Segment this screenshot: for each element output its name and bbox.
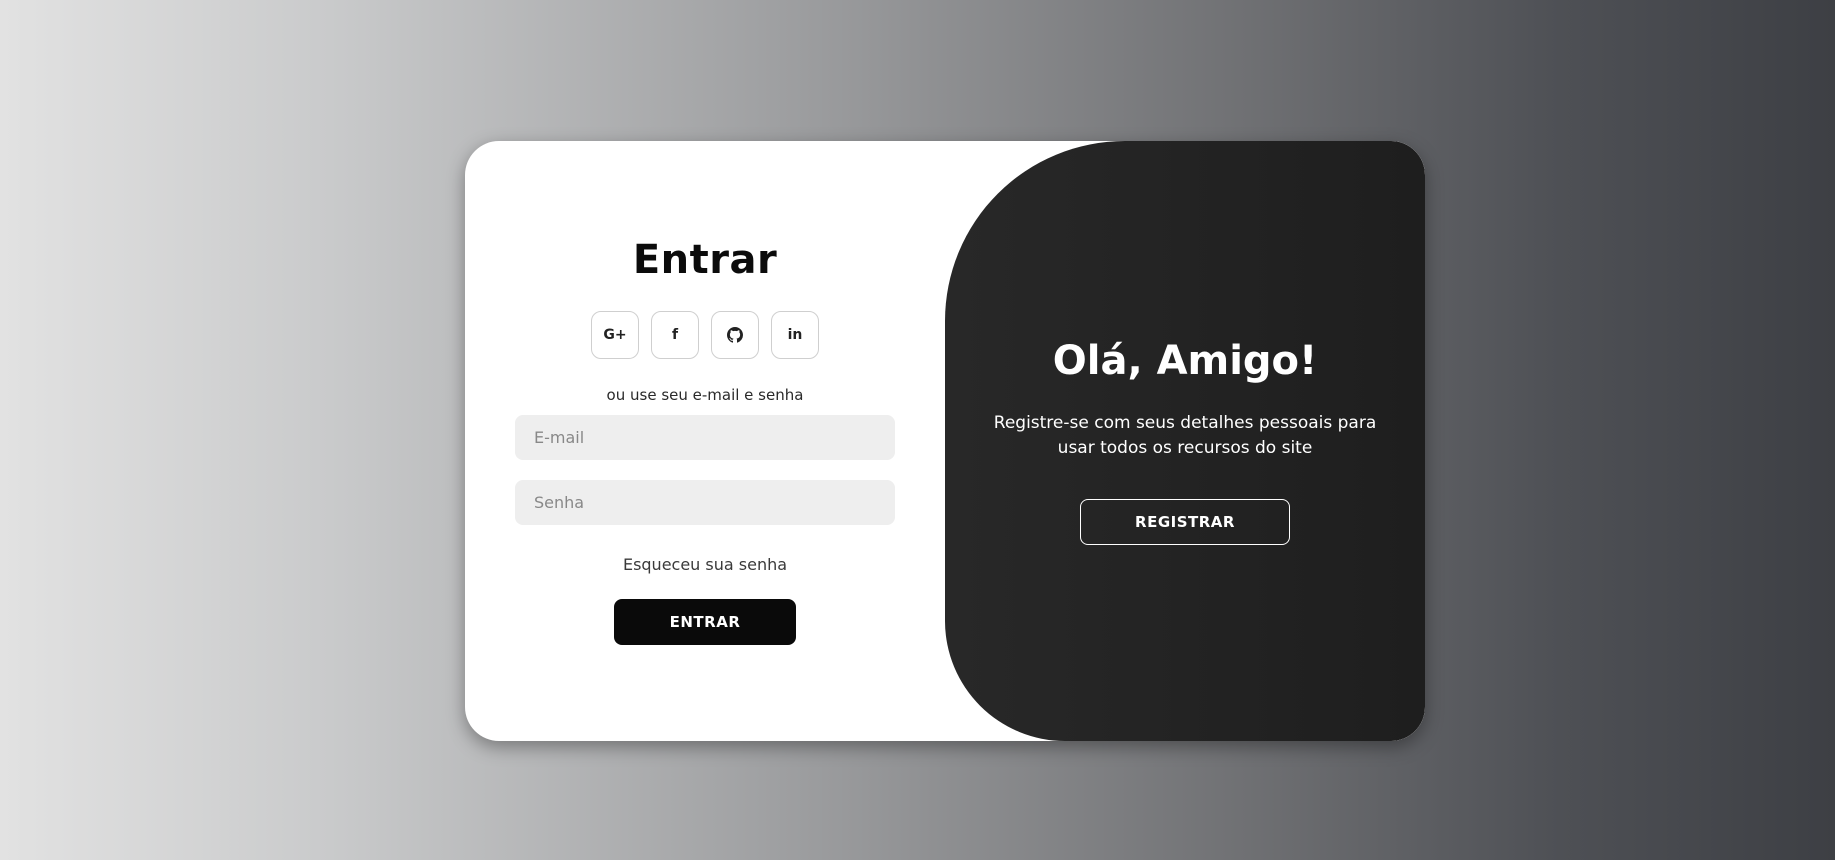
signin-button[interactable]: ENTRAR bbox=[614, 599, 796, 645]
facebook-button[interactable]: f bbox=[651, 311, 699, 359]
register-panel: Olá, Amigo! Registre-se com seus detalhe… bbox=[945, 141, 1425, 741]
email-field[interactable] bbox=[515, 415, 895, 460]
alt-login-text: ou use seu e-mail e senha bbox=[606, 386, 804, 404]
linkedin-icon: in bbox=[787, 327, 803, 343]
facebook-icon: f bbox=[671, 327, 679, 343]
signin-form: Entrar G+ f in ou use seu e-mail e senha… bbox=[465, 141, 945, 741]
linkedin-button[interactable]: in bbox=[771, 311, 819, 359]
forgot-password-link[interactable]: Esqueceu sua senha bbox=[465, 555, 945, 574]
google-plus-icon: G+ bbox=[603, 327, 627, 343]
google-plus-button[interactable]: G+ bbox=[591, 311, 639, 359]
panel-text: Registre-se com seus detalhes pessoais p… bbox=[993, 413, 1377, 458]
github-icon bbox=[727, 327, 743, 343]
password-field[interactable] bbox=[515, 480, 895, 525]
social-login-row: G+ f in bbox=[465, 311, 945, 359]
register-button[interactable]: REGISTRAR bbox=[1080, 499, 1290, 545]
login-card: Entrar G+ f in ou use seu e-mail e senha… bbox=[465, 141, 1425, 741]
signin-title: Entrar bbox=[632, 237, 778, 283]
github-button[interactable] bbox=[711, 311, 759, 359]
panel-title: Olá, Amigo! bbox=[1052, 338, 1318, 384]
